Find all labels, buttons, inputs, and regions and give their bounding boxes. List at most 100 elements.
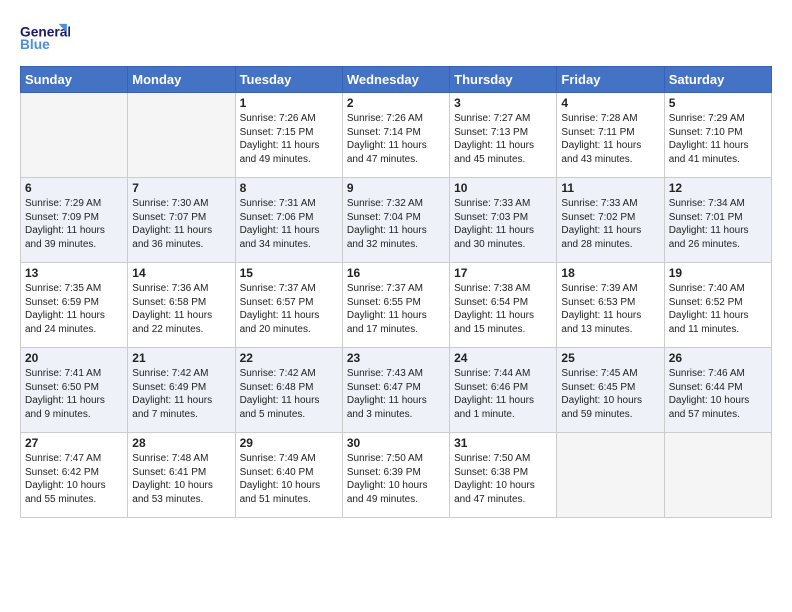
day-number: 27: [25, 436, 123, 450]
calendar-cell: 29Sunrise: 7:49 AMSunset: 6:40 PMDayligh…: [235, 433, 342, 518]
cell-info: Sunrise: 7:26 AMSunset: 7:14 PMDaylight:…: [347, 112, 445, 166]
calendar-day-header: Tuesday: [235, 67, 342, 93]
day-number: 28: [132, 436, 230, 450]
calendar-day-header: Friday: [557, 67, 664, 93]
logo: General Blue: [20, 16, 70, 56]
calendar-cell: 6 Sunrise: 7:29 AMSunset: 7:09 PMDaylight…: [21, 178, 128, 263]
day-number: 15: [240, 266, 338, 280]
day-number: 11: [561, 181, 659, 195]
cell-info: Sunrise: 7:29 AMSunset: 7:10 PMDaylight:…: [669, 112, 767, 166]
day-number: 16: [347, 266, 445, 280]
day-number: 6: [25, 181, 123, 195]
cell-info: Sunrise: 7:40 AMSunset: 6:52 PMDaylight:…: [669, 282, 767, 336]
calendar-cell: 15 Sunrise: 7:37 AMSunset: 6:57 PMDayligh…: [235, 263, 342, 348]
day-number: 22: [240, 351, 338, 365]
cell-info: Sunrise: 7:48 AMSunset: 6:41 PMDaylight:…: [132, 452, 230, 506]
calendar-cell: 7 Sunrise: 7:30 AMSunset: 7:07 PMDaylight…: [128, 178, 235, 263]
calendar-cell: 19 Sunrise: 7:40 AMSunset: 6:52 PMDayligh…: [664, 263, 771, 348]
day-number: 12: [669, 181, 767, 195]
cell-info: Sunrise: 7:32 AMSunset: 7:04 PMDaylight:…: [347, 197, 445, 251]
day-number: 21: [132, 351, 230, 365]
cell-info: Sunrise: 7:33 AMSunset: 7:03 PMDaylight:…: [454, 197, 552, 251]
day-number: 24: [454, 351, 552, 365]
calendar-table: SundayMondayTuesdayWednesdayThursdayFrid…: [20, 66, 772, 518]
calendar-cell: 13 Sunrise: 7:35 AMSunset: 6:59 PMDayligh…: [21, 263, 128, 348]
day-number: 1: [240, 96, 338, 110]
cell-info: Sunrise: 7:50 AMSunset: 6:38 PMDaylight:…: [454, 452, 552, 506]
cell-info: Sunrise: 7:29 AMSunset: 7:09 PMDaylight:…: [25, 197, 123, 251]
svg-text:Blue: Blue: [20, 37, 50, 52]
calendar-cell: 30 Sunrise: 7:50 AMSunset: 6:39 PMDayligh…: [342, 433, 449, 518]
cell-info: Sunrise: 7:38 AMSunset: 6:54 PMDaylight:…: [454, 282, 552, 336]
day-number: 5: [669, 96, 767, 110]
cell-info: Sunrise: 7:26 AMSunset: 7:15 PMDaylight:…: [240, 112, 338, 166]
day-number: 17: [454, 266, 552, 280]
cell-info: Sunrise: 7:43 AMSunset: 6:47 PMDaylight:…: [347, 367, 445, 421]
day-number: 3: [454, 96, 552, 110]
calendar-cell: 27 Sunrise: 7:47 AMSunset: 6:42 PMDayligh…: [21, 433, 128, 518]
header: General Blue: [20, 16, 772, 56]
calendar-cell: [664, 433, 771, 518]
day-number: 10: [454, 181, 552, 195]
day-number: 30: [347, 436, 445, 450]
calendar-cell: 12 Sunrise: 7:34 AMSunset: 7:01 PMDayligh…: [664, 178, 771, 263]
day-number: 4: [561, 96, 659, 110]
cell-info: Sunrise: 7:44 AMSunset: 6:46 PMDaylight:…: [454, 367, 552, 421]
cell-info: Sunrise: 7:33 AMSunset: 7:02 PMDaylight:…: [561, 197, 659, 251]
calendar-cell: 10 Sunrise: 7:33 AMSunset: 7:03 PMDayligh…: [450, 178, 557, 263]
calendar-day-header: Monday: [128, 67, 235, 93]
day-number: 9: [347, 181, 445, 195]
calendar-cell: 3 Sunrise: 7:27 AMSunset: 7:13 PMDaylight…: [450, 93, 557, 178]
cell-info: Sunrise: 7:42 AMSunset: 6:49 PMDaylight:…: [132, 367, 230, 421]
cell-info: Sunrise: 7:37 AMSunset: 6:55 PMDaylight:…: [347, 282, 445, 336]
calendar-cell: 8 Sunrise: 7:31 AMSunset: 7:06 PMDaylight…: [235, 178, 342, 263]
calendar-cell: 24 Sunrise: 7:44 AMSunset: 6:46 PMDayligh…: [450, 348, 557, 433]
calendar-cell: [557, 433, 664, 518]
calendar-day-header: Saturday: [664, 67, 771, 93]
cell-info: Sunrise: 7:47 AMSunset: 6:42 PMDaylight:…: [25, 452, 123, 506]
logo-svg: General Blue: [20, 16, 70, 56]
calendar-cell: 25Sunrise: 7:45 AMSunset: 6:45 PMDayligh…: [557, 348, 664, 433]
cell-info: Sunrise: 7:49 AMSunset: 6:40 PMDaylight:…: [240, 452, 338, 506]
cell-info: Sunrise: 7:50 AMSunset: 6:39 PMDaylight:…: [347, 452, 445, 506]
cell-info: Sunrise: 7:42 AMSunset: 6:48 PMDaylight:…: [240, 367, 338, 421]
day-number: 18: [561, 266, 659, 280]
cell-info: Sunrise: 7:31 AMSunset: 7:06 PMDaylight:…: [240, 197, 338, 251]
cell-info: Sunrise: 7:27 AMSunset: 7:13 PMDaylight:…: [454, 112, 552, 166]
calendar-cell: 2 Sunrise: 7:26 AMSunset: 7:14 PMDaylight…: [342, 93, 449, 178]
cell-info: Sunrise: 7:35 AMSunset: 6:59 PMDaylight:…: [25, 282, 123, 336]
calendar-day-header: Wednesday: [342, 67, 449, 93]
cell-info: Sunrise: 7:36 AMSunset: 6:58 PMDaylight:…: [132, 282, 230, 336]
calendar-header-row: SundayMondayTuesdayWednesdayThursdayFrid…: [21, 67, 772, 93]
cell-info: Sunrise: 7:41 AMSunset: 6:50 PMDaylight:…: [25, 367, 123, 421]
calendar-cell: 20Sunrise: 7:41 AMSunset: 6:50 PMDayligh…: [21, 348, 128, 433]
calendar-day-header: Thursday: [450, 67, 557, 93]
day-number: 8: [240, 181, 338, 195]
calendar-week-row: 13 Sunrise: 7:35 AMSunset: 6:59 PMDayligh…: [21, 263, 772, 348]
calendar-cell: [21, 93, 128, 178]
calendar-cell: 22 Sunrise: 7:42 AMSunset: 6:48 PMDayligh…: [235, 348, 342, 433]
calendar-cell: 16 Sunrise: 7:37 AMSunset: 6:55 PMDayligh…: [342, 263, 449, 348]
day-number: 26: [669, 351, 767, 365]
cell-info: Sunrise: 7:46 AMSunset: 6:44 PMDaylight:…: [669, 367, 767, 421]
calendar-cell: 21 Sunrise: 7:42 AMSunset: 6:49 PMDayligh…: [128, 348, 235, 433]
calendar-week-row: 20Sunrise: 7:41 AMSunset: 6:50 PMDayligh…: [21, 348, 772, 433]
calendar-cell: 23Sunrise: 7:43 AMSunset: 6:47 PMDayligh…: [342, 348, 449, 433]
calendar-cell: 9 Sunrise: 7:32 AMSunset: 7:04 PMDaylight…: [342, 178, 449, 263]
day-number: 2: [347, 96, 445, 110]
day-number: 31: [454, 436, 552, 450]
day-number: 13: [25, 266, 123, 280]
calendar-cell: 1 Sunrise: 7:26 AMSunset: 7:15 PMDaylight…: [235, 93, 342, 178]
cell-info: Sunrise: 7:37 AMSunset: 6:57 PMDaylight:…: [240, 282, 338, 336]
cell-info: Sunrise: 7:34 AMSunset: 7:01 PMDaylight:…: [669, 197, 767, 251]
calendar-cell: 5 Sunrise: 7:29 AMSunset: 7:10 PMDaylight…: [664, 93, 771, 178]
calendar-cell: 11 Sunrise: 7:33 AMSunset: 7:02 PMDayligh…: [557, 178, 664, 263]
calendar-cell: [128, 93, 235, 178]
day-number: 14: [132, 266, 230, 280]
day-number: 19: [669, 266, 767, 280]
cell-info: Sunrise: 7:45 AMSunset: 6:45 PMDaylight:…: [561, 367, 659, 421]
cell-info: Sunrise: 7:39 AMSunset: 6:53 PMDaylight:…: [561, 282, 659, 336]
calendar-cell: 26 Sunrise: 7:46 AMSunset: 6:44 PMDayligh…: [664, 348, 771, 433]
cell-info: Sunrise: 7:30 AMSunset: 7:07 PMDaylight:…: [132, 197, 230, 251]
day-number: 7: [132, 181, 230, 195]
